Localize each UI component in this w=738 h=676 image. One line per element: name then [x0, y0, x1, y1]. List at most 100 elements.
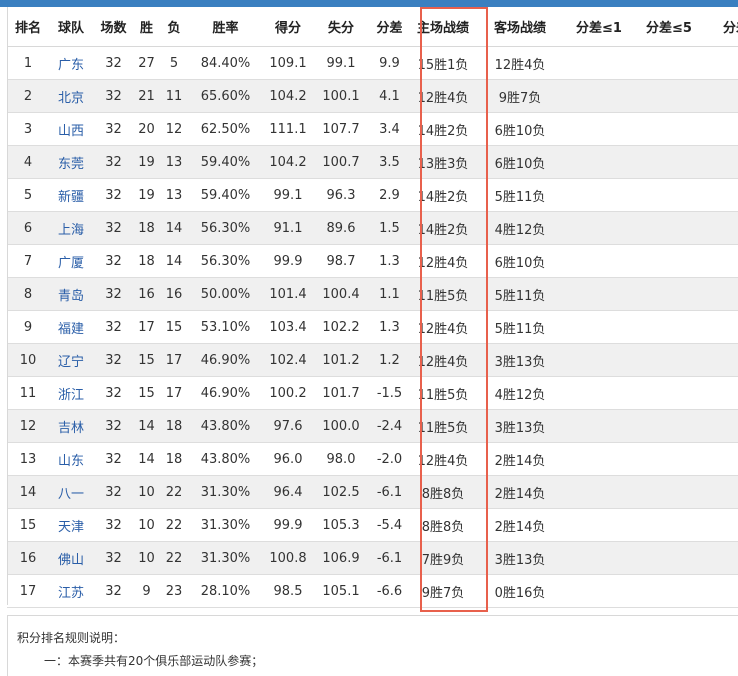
cell-wins: 10 — [134, 508, 159, 542]
cell-rank: 6 — [7, 211, 49, 245]
cell-win-pct: 62.50% — [189, 112, 262, 146]
cell-point-diff: -6.6 — [368, 574, 411, 608]
cell-team-link[interactable]: 江苏 — [49, 574, 93, 608]
cell-losses: 18 — [159, 442, 189, 476]
cell-diff-le-5 — [633, 376, 705, 410]
col-header-losses[interactable]: 负 — [159, 7, 189, 47]
cell-team-link[interactable]: 上海 — [49, 211, 93, 245]
cell-diff-le-5 — [633, 112, 705, 146]
col-header-rank[interactable]: 排名 — [7, 7, 49, 47]
table-row: 5 新疆 32 19 13 59.40% 99.1 96.3 2.9 14胜2负 5胜11负 — [7, 178, 738, 212]
cell-home-record: 11胜5负 — [411, 376, 475, 410]
col-header-games[interactable]: 场数 — [93, 7, 134, 47]
cell-losses: 18 — [159, 409, 189, 443]
col-header-diff-le-5[interactable]: 分差≤5 — [633, 7, 705, 47]
cell-diff-more — [705, 145, 738, 179]
cell-diff-le-1 — [565, 541, 633, 575]
cell-win-pct: 56.30% — [189, 211, 262, 245]
cell-win-pct: 28.10% — [189, 574, 262, 608]
table-row: 1 广东 32 27 5 84.40% 109.1 99.1 9.9 15胜1负 12胜4负 — [7, 46, 738, 80]
cell-diff-le-1 — [565, 409, 633, 443]
cell-losses: 13 — [159, 178, 189, 212]
cell-home-record: 15胜1负 — [411, 46, 475, 80]
cell-points-against: 101.2 — [314, 343, 368, 377]
cell-points-against: 100.1 — [314, 79, 368, 113]
col-header-diff-more[interactable]: 分差 — [705, 7, 738, 47]
table-row: 16 佛山 32 10 22 31.30% 100.8 106.9 -6.1 7胜9负 3胜13负 — [7, 541, 738, 575]
cell-points-against: 105.3 — [314, 508, 368, 542]
cell-diff-le-5 — [633, 343, 705, 377]
cell-points-against: 98.0 — [314, 442, 368, 476]
cell-games: 32 — [93, 541, 134, 575]
cell-home-record: 13胜3负 — [411, 145, 475, 179]
cell-team-link[interactable]: 福建 — [49, 310, 93, 344]
cell-team-link[interactable]: 广东 — [49, 46, 93, 80]
cell-team-link[interactable]: 佛山 — [49, 541, 93, 575]
cell-wins: 27 — [134, 46, 159, 80]
cell-diff-more — [705, 508, 738, 542]
cell-away-record: 3胜13负 — [475, 409, 565, 443]
col-header-wins[interactable]: 胜 — [134, 7, 159, 47]
cell-diff-more — [705, 343, 738, 377]
cell-diff-le-5 — [633, 178, 705, 212]
cell-team-link[interactable]: 八一 — [49, 475, 93, 509]
cell-away-record: 12胜4负 — [475, 46, 565, 80]
cell-diff-le-5 — [633, 442, 705, 476]
cell-team-link[interactable]: 东莞 — [49, 145, 93, 179]
cell-diff-le-5 — [633, 409, 705, 443]
cell-team-link[interactable]: 天津 — [49, 508, 93, 542]
col-header-points-for[interactable]: 得分 — [262, 7, 314, 47]
cell-diff-le-1 — [565, 112, 633, 146]
cell-away-record: 5胜11负 — [475, 277, 565, 311]
cell-team-link[interactable]: 广厦 — [49, 244, 93, 278]
cell-wins: 21 — [134, 79, 159, 113]
col-header-team[interactable]: 球队 — [49, 7, 93, 47]
cell-games: 32 — [93, 475, 134, 509]
col-header-win-pct[interactable]: 胜率 — [189, 7, 262, 47]
col-header-away-record[interactable]: 客场战绩 — [475, 7, 565, 47]
cell-wins: 10 — [134, 541, 159, 575]
cell-team-link[interactable]: 北京 — [49, 79, 93, 113]
cell-win-pct: 43.80% — [189, 409, 262, 443]
cell-points-against: 96.3 — [314, 178, 368, 212]
cell-rank: 7 — [7, 244, 49, 278]
col-header-points-against[interactable]: 失分 — [314, 7, 368, 47]
cell-team-link[interactable]: 青岛 — [49, 277, 93, 311]
cell-away-record: 6胜10负 — [475, 112, 565, 146]
cell-points-against: 102.2 — [314, 310, 368, 344]
cell-team-link[interactable]: 山东 — [49, 442, 93, 476]
standings-table-container: 排名 球队 场数 胜 负 胜率 得分 失分 分差 主场战绩 客场战绩 分差≤1 … — [7, 7, 738, 608]
col-header-diff-le-1[interactable]: 分差≤1 — [565, 7, 633, 47]
cell-team-link[interactable]: 新疆 — [49, 178, 93, 212]
col-header-point-diff[interactable]: 分差 — [368, 7, 411, 47]
cell-away-record: 5胜11负 — [475, 178, 565, 212]
cell-points-for: 100.8 — [262, 541, 314, 575]
cell-home-record: 8胜8负 — [411, 475, 475, 509]
cell-away-record: 3胜13负 — [475, 541, 565, 575]
table-row: 13 山东 32 14 18 43.80% 96.0 98.0 -2.0 12胜4负 2胜14负 — [7, 442, 738, 476]
cell-away-record: 2胜14负 — [475, 508, 565, 542]
table-row: 7 广厦 32 18 14 56.30% 99.9 98.7 1.3 12胜4负 6胜10负 — [7, 244, 738, 278]
cell-diff-le-1 — [565, 343, 633, 377]
cell-diff-le-1 — [565, 178, 633, 212]
cell-team-link[interactable]: 浙江 — [49, 376, 93, 410]
cell-team-link[interactable]: 山西 — [49, 112, 93, 146]
cell-diff-more — [705, 112, 738, 146]
col-header-home-record[interactable]: 主场战绩 — [411, 7, 475, 47]
cell-rank: 17 — [7, 574, 49, 608]
cell-diff-le-5 — [633, 46, 705, 80]
cell-points-for: 101.4 — [262, 277, 314, 311]
cell-team-link[interactable]: 辽宁 — [49, 343, 93, 377]
cell-games: 32 — [93, 145, 134, 179]
cell-diff-le-1 — [565, 145, 633, 179]
cell-away-record: 2胜14负 — [475, 475, 565, 509]
cell-home-record: 8胜8负 — [411, 508, 475, 542]
cell-rank: 3 — [7, 112, 49, 146]
cell-point-diff: -5.4 — [368, 508, 411, 542]
cell-losses: 22 — [159, 475, 189, 509]
table-row: 2 北京 32 21 11 65.60% 104.2 100.1 4.1 12胜4负 9胜7负 — [7, 79, 738, 113]
cell-points-for: 109.1 — [262, 46, 314, 80]
cell-team-link[interactable]: 吉林 — [49, 409, 93, 443]
cell-games: 32 — [93, 112, 134, 146]
cell-points-for: 100.2 — [262, 376, 314, 410]
